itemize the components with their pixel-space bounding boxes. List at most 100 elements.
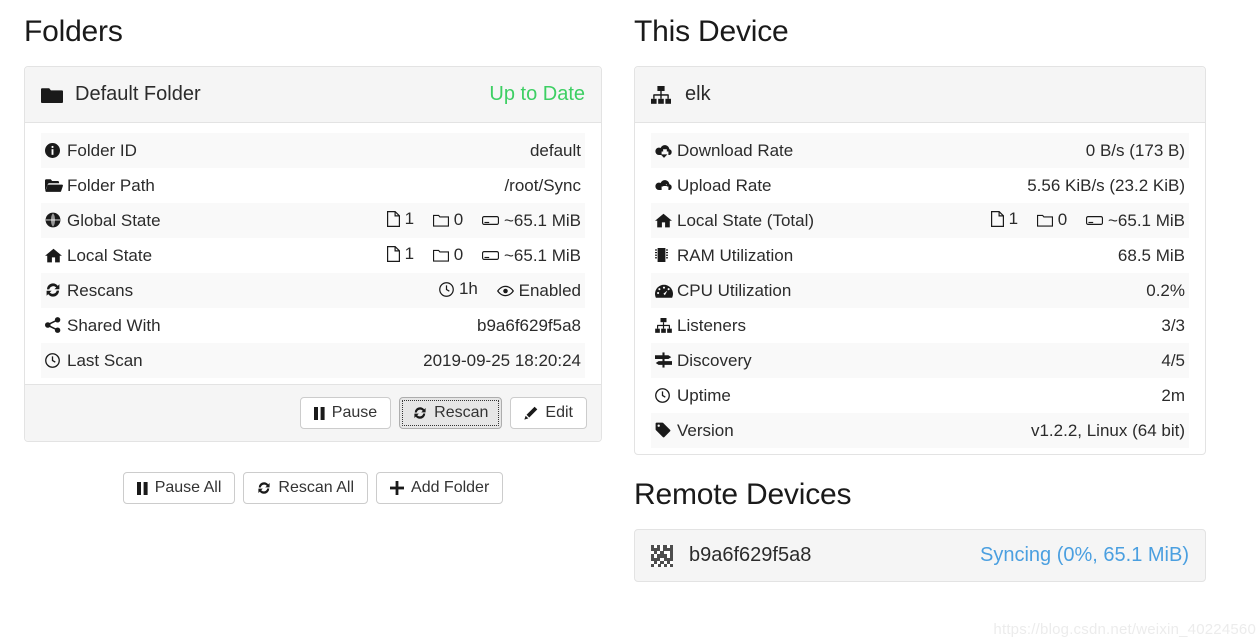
table-row: Rescans 1h Enabled <box>41 273 585 308</box>
folder-outline-icon <box>432 213 449 227</box>
folder-open-icon <box>45 178 67 193</box>
pause-all-button[interactable]: Pause All <box>122 472 236 504</box>
pause-button[interactable]: Pause <box>299 397 392 429</box>
remote-devices-heading: Remote Devices <box>634 478 852 511</box>
folder-panel-footer: Pause Rescan Edit <box>25 384 601 441</box>
row-label: Listeners <box>677 315 746 335</box>
row-label: Folder Path <box>67 175 155 195</box>
row-value: 0.2% <box>1146 280 1185 300</box>
row-label: Global State <box>67 210 161 230</box>
clock-icon <box>45 352 67 368</box>
watermark-text: https://blog.csdn.net/weixin_40224560 <box>993 621 1256 638</box>
sitemap-icon <box>655 317 677 333</box>
row-value: 2m <box>1161 385 1185 405</box>
row-label: CPU Utilization <box>677 280 792 300</box>
table-row: CPU Utilization 0.2% <box>651 273 1189 308</box>
row-value: 5.56 KiB/s (23.2 KiB) <box>1027 175 1185 195</box>
row-label: Last Scan <box>67 350 143 370</box>
row-label: Local State (Total) <box>677 210 815 230</box>
clock-icon <box>655 387 677 403</box>
row-label: Version <box>677 420 734 440</box>
table-row: Listeners 3/3 <box>651 308 1189 343</box>
refresh-icon <box>257 481 271 495</box>
cloud-download-icon <box>655 144 677 158</box>
pause-icon <box>136 481 148 495</box>
hdd-icon <box>481 214 499 227</box>
row-label: Discovery <box>677 350 752 370</box>
refresh-icon <box>45 282 67 298</box>
globe-icon <box>45 212 67 228</box>
rescan-button[interactable]: Rescan <box>399 397 503 429</box>
memory-icon <box>655 247 677 263</box>
row-value: 0 B/s (173 B) <box>1085 140 1185 160</box>
eye-icon <box>496 285 514 297</box>
size-value: ~65.1 MiB <box>481 211 581 231</box>
refresh-icon <box>413 406 427 420</box>
table-row: Folder ID default <box>41 133 585 168</box>
remote-device-name: b9a6f629f5a8 <box>689 544 812 566</box>
row-label: Shared With <box>67 315 161 335</box>
map-signs-icon <box>655 351 677 368</box>
tag-icon <box>655 422 677 438</box>
home-icon <box>655 213 677 228</box>
files-count: 1 <box>386 209 414 229</box>
remote-device-row[interactable]: b9a6f629f5a8 Syncing (0%, 65.1 MiB) <box>634 529 1206 582</box>
folder-outline-icon <box>1036 213 1053 227</box>
folder-outline-icon <box>432 248 449 262</box>
add-folder-button[interactable]: Add Folder <box>376 472 504 504</box>
table-row: Folder Path /root/Sync <box>41 168 585 203</box>
tachometer-icon <box>655 284 677 298</box>
file-icon <box>386 211 400 227</box>
folder-icon <box>41 86 67 104</box>
table-row: Shared With b9a6f629f5a8 <box>41 308 585 343</box>
devices-column: This Device elk Download Rate 0 B/s (173… <box>634 0 1206 582</box>
sitemap-icon <box>651 85 677 104</box>
syncthing-dashboard: Folders Default Folder Up to Date Folder… <box>0 0 1258 640</box>
pause-icon <box>313 406 325 420</box>
files-count: 1 <box>990 209 1018 229</box>
row-value: /root/Sync <box>504 175 581 195</box>
device-panel-body: Download Rate 0 B/s (173 B) Upload Rate <box>635 123 1205 454</box>
info-circle-icon <box>45 142 67 158</box>
row-label: RAM Utilization <box>677 245 794 265</box>
table-row: Upload Rate 5.56 KiB/s (23.2 KiB) <box>651 168 1189 203</box>
row-label: Uptime <box>677 385 731 405</box>
file-icon <box>386 246 400 262</box>
global-folder-actions: Pause All Rescan All Add Folder <box>24 442 602 504</box>
row-label: Local State <box>67 245 153 265</box>
remote-device-status: Syncing (0%, 65.1 MiB) <box>980 544 1189 566</box>
rescan-interval: 1h <box>439 279 478 299</box>
device-info-table: Download Rate 0 B/s (173 B) Upload Rate <box>651 133 1189 448</box>
hdd-icon <box>481 249 499 262</box>
rescan-all-button[interactable]: Rescan All <box>243 472 369 504</box>
size-value: ~65.1 MiB <box>481 246 581 266</box>
folder-panel-header[interactable]: Default Folder Up to Date <box>25 67 601 123</box>
row-label: Download Rate <box>677 140 794 160</box>
hdd-icon <box>1085 214 1103 227</box>
folder-name: Default Folder <box>75 83 201 105</box>
files-count: 1 <box>386 244 414 264</box>
folder-panel-body: Folder ID default Folder Path /root/Sync… <box>25 123 601 384</box>
pencil-icon <box>524 406 538 420</box>
table-row: RAM Utilization 68.5 MiB <box>651 238 1189 273</box>
watch-state: Enabled <box>496 281 581 301</box>
cloud-upload-icon <box>655 179 677 193</box>
qrcode-icon <box>651 544 677 567</box>
row-label: Rescans <box>67 280 134 300</box>
folders-heading: Folders <box>24 15 123 48</box>
folder-status-badge: Up to Date <box>489 83 585 105</box>
row-value: 68.5 MiB <box>1117 245 1185 265</box>
home-icon <box>45 248 67 263</box>
this-device-panel: elk Download Rate 0 B/s (173 B) Upload R… <box>634 66 1206 455</box>
plus-icon <box>390 481 405 495</box>
row-value: default <box>529 140 581 160</box>
device-panel-header[interactable]: elk <box>635 67 1205 123</box>
folder-panel: Default Folder Up to Date Folder ID defa… <box>24 66 602 442</box>
table-row: Local State 1 0 ~65.1 MiB <box>41 238 585 273</box>
table-row: Version v1.2.2, Linux (64 bit) <box>651 413 1189 448</box>
edit-button[interactable]: Edit <box>510 397 587 429</box>
size-value: ~65.1 MiB <box>1085 211 1185 231</box>
row-value: 4/5 <box>1161 350 1185 370</box>
table-row: Uptime 2m <box>651 378 1189 413</box>
row-value: 2019-09-25 18:20:24 <box>423 350 581 370</box>
